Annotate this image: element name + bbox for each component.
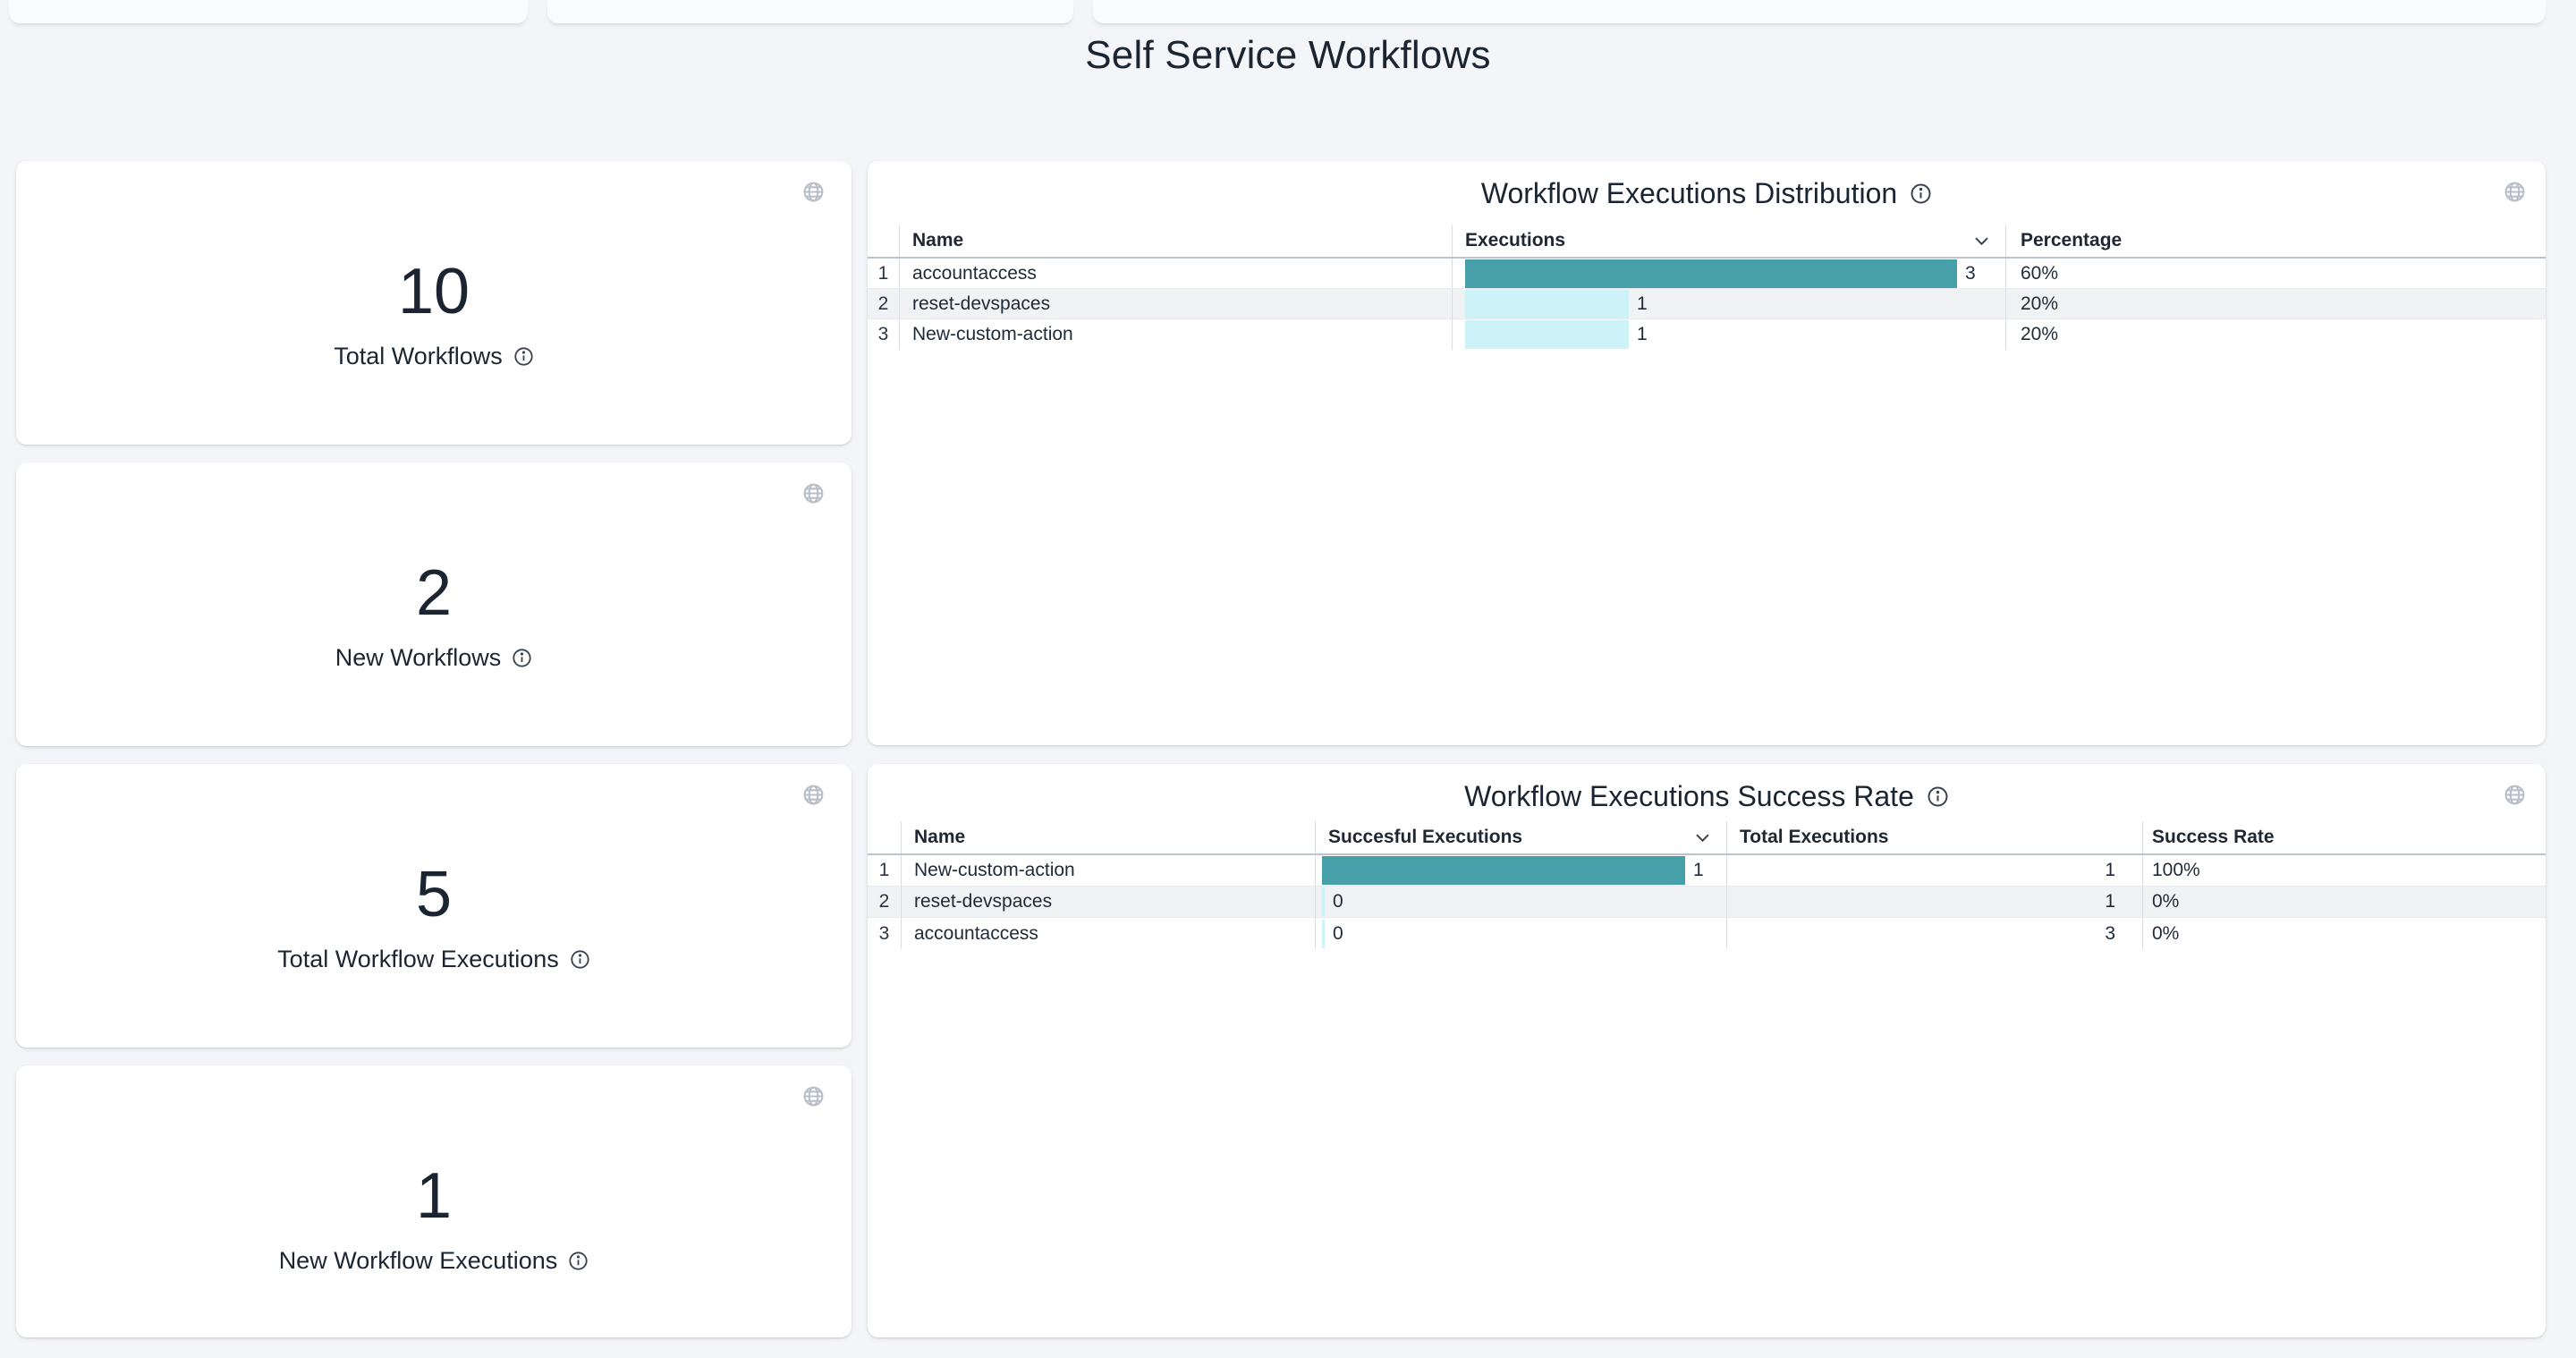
globe-icon: [2504, 181, 2526, 203]
executions-value: 1: [1637, 293, 1648, 315]
workflow-name: reset-devspaces: [901, 887, 1315, 917]
globe-icon: [802, 181, 825, 203]
column-header-total-executions[interactable]: Total Executions: [1726, 821, 2142, 853]
executions-bar: [1465, 290, 1629, 318]
scrolled-card-edge: [547, 0, 1073, 23]
success-rate-value: 0%: [2142, 918, 2546, 949]
globe-icon: [2504, 784, 2526, 806]
info-icon[interactable]: [1927, 785, 1949, 808]
row-index: 2: [868, 289, 899, 318]
stat-value: 2: [16, 557, 852, 629]
workflow-name: New-custom-action: [901, 855, 1315, 886]
stat-card-new-workflow-executions: 1 New Workflow Executions: [16, 1065, 852, 1337]
card-title: Workflow Executions Distribution: [1481, 177, 1897, 209]
row-index: 3: [868, 319, 899, 350]
workflow-name: New-custom-action: [899, 319, 1452, 350]
success-rate-value: 0%: [2142, 887, 2546, 917]
index-column-header: [868, 821, 901, 853]
globe-icon: [802, 1085, 825, 1108]
stat-label: Total Workflows: [334, 342, 503, 370]
scrolled-card-edge: [1093, 0, 2546, 23]
successful-executions-value: 0: [1333, 923, 1343, 945]
stat-value: 5: [16, 859, 852, 930]
workflow-name: accountaccess: [899, 259, 1452, 288]
executions-bar: [1465, 259, 1957, 288]
sort-chevron-down-icon[interactable]: [1974, 236, 1989, 246]
total-executions-value: 1: [1726, 855, 2142, 886]
total-executions-value: 1: [1726, 887, 2142, 917]
column-header-success-rate[interactable]: Success Rate: [2142, 821, 2546, 853]
successful-executions-value: 0: [1333, 891, 1343, 912]
info-icon[interactable]: [513, 346, 534, 367]
column-header-successful-executions[interactable]: Succesful Executions: [1315, 821, 1726, 853]
table-row: 1 New-custom-action 1 1 100%: [868, 855, 2546, 887]
column-header-name[interactable]: Name: [901, 821, 1315, 853]
successful-executions-bar: [1322, 887, 1325, 916]
info-icon[interactable]: [568, 1251, 589, 1271]
successful-executions-bar: [1322, 856, 1685, 885]
workflow-name: accountaccess: [901, 918, 1315, 949]
sort-chevron-down-icon[interactable]: [1695, 833, 1710, 843]
column-header-percentage[interactable]: Percentage: [2005, 225, 2546, 257]
row-index: 1: [868, 855, 901, 886]
table-header-row: Name Executions Percentage: [868, 225, 2546, 259]
stat-card-total-workflow-executions: 5 Total Workflow Executions: [16, 764, 852, 1048]
table-row: 1 accountaccess 3 60%: [868, 259, 2546, 289]
row-index: 1: [868, 259, 899, 288]
table-row: 3 accountaccess 0 3 0%: [868, 918, 2546, 949]
table-row: 2 reset-devspaces 0 1 0%: [868, 887, 2546, 918]
successful-executions-value: 1: [1693, 860, 1704, 881]
stat-value: 1: [16, 1160, 852, 1232]
scrolled-card-edge: [9, 0, 528, 23]
dashboard-page: Self Service Workflows 10 Total Workflow…: [0, 0, 2576, 1358]
success-rate-value: 100%: [2142, 855, 2546, 886]
workflow-executions-success-rate-card: Workflow Executions Success Rate Name Su…: [868, 764, 2546, 1337]
executions-value: 1: [1637, 324, 1648, 345]
info-icon[interactable]: [512, 648, 532, 668]
stat-card-total-workflows: 10 Total Workflows: [16, 161, 852, 445]
table-header-row: Name Succesful Executions Total Executio…: [868, 821, 2546, 855]
row-index: 3: [868, 918, 901, 949]
stat-label: New Workflow Executions: [279, 1246, 558, 1275]
page-title: Self Service Workflows: [0, 32, 2576, 79]
table-row: 2 reset-devspaces 1 20%: [868, 289, 2546, 319]
column-header-name[interactable]: Name: [899, 225, 1452, 257]
index-column-header: [868, 225, 899, 257]
stat-label: New Workflows: [335, 643, 502, 672]
row-index: 2: [868, 887, 901, 917]
column-header-executions[interactable]: Executions: [1452, 225, 2005, 257]
successful-executions-bar: [1322, 920, 1325, 948]
stat-label: Total Workflow Executions: [277, 945, 559, 973]
card-title: Workflow Executions Success Rate: [1464, 780, 1914, 812]
percentage-value: 20%: [2005, 289, 2546, 318]
info-icon[interactable]: [1910, 182, 1932, 205]
executions-bar: [1465, 320, 1629, 349]
workflow-executions-distribution-card: Workflow Executions Distribution Name Ex…: [868, 161, 2546, 745]
stat-card-new-workflows: 2 New Workflows: [16, 463, 852, 746]
info-icon[interactable]: [570, 949, 590, 970]
globe-icon: [802, 784, 825, 806]
workflow-name: reset-devspaces: [899, 289, 1452, 318]
globe-icon: [802, 482, 825, 505]
percentage-value: 20%: [2005, 319, 2546, 350]
stat-value: 10: [16, 256, 852, 327]
table-row: 3 New-custom-action 1 20%: [868, 319, 2546, 350]
percentage-value: 60%: [2005, 259, 2546, 288]
total-executions-value: 3: [1726, 918, 2142, 949]
executions-value: 3: [1965, 263, 1976, 284]
